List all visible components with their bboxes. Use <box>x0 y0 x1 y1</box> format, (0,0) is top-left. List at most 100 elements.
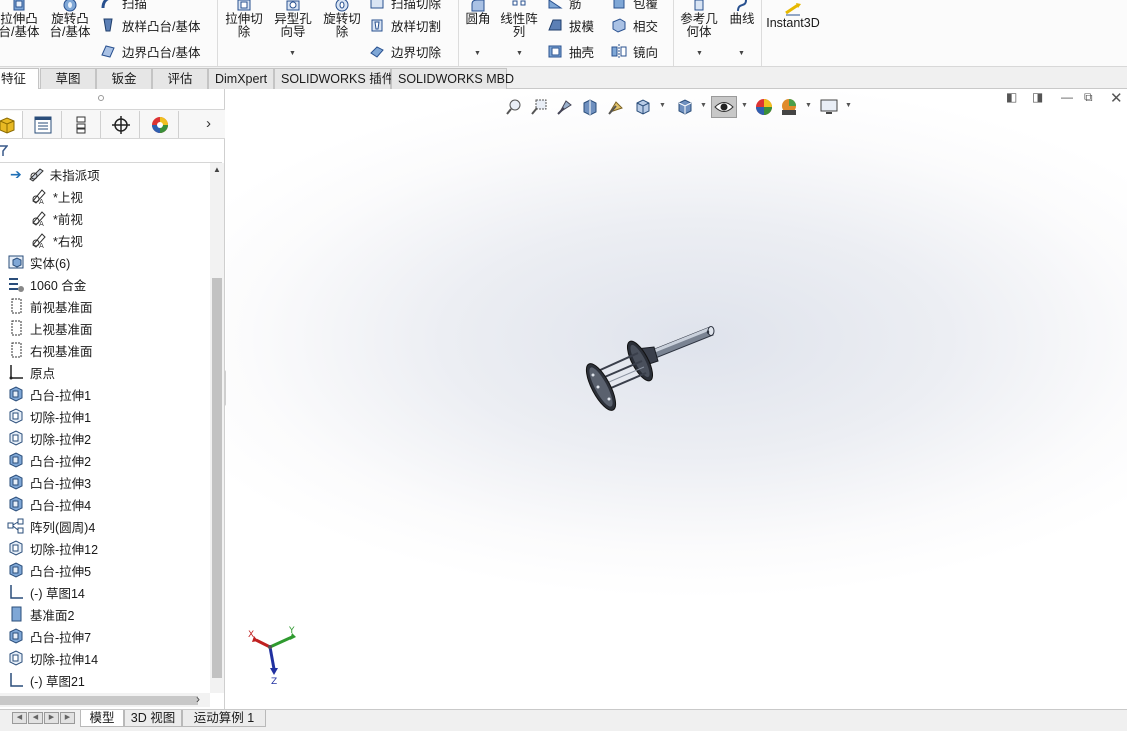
view-orientation-button[interactable] <box>632 96 654 118</box>
tree-item[interactable]: 切除-拉伸1 <box>7 405 91 427</box>
tree-item[interactable]: 1060 合金 <box>7 273 86 295</box>
first-tab-arrow[interactable]: ◀ <box>12 712 27 724</box>
boundary-boss-button[interactable]: 边界凸台/基体 <box>100 41 200 61</box>
tab-solidworks-addins[interactable]: SOLIDWORKS 插件 <box>274 68 394 89</box>
tree-item[interactable]: 前视基准面 <box>7 295 93 317</box>
tree-item[interactable]: 凸台-拉伸1 <box>7 383 91 405</box>
linear-pattern-button[interactable]: 线性阵 列 <box>497 0 541 39</box>
dynamic-annotation-views-button[interactable] <box>606 96 626 118</box>
restore-left-icon[interactable]: ◧ <box>1006 90 1017 104</box>
tab-model[interactable]: 模型 <box>80 710 124 727</box>
tree-item[interactable]: 原点 <box>7 361 55 383</box>
boundary-cut-button[interactable]: 边界切除 <box>369 41 441 61</box>
tab-sheet-metal[interactable]: 钣金 <box>96 68 152 89</box>
rib-button[interactable]: 筋 <box>547 0 582 12</box>
scroll-up-arrow[interactable]: ▲ <box>213 165 221 174</box>
draft-button[interactable]: 拔模 <box>547 15 594 35</box>
previous-view-button[interactable] <box>555 96 575 118</box>
tree-item[interactable]: 右视基准面 <box>7 339 93 361</box>
arrow-right-icon[interactable]: ➔ <box>10 166 22 183</box>
tree-item[interactable]: 凸台-拉伸5 <box>7 559 91 581</box>
revolved-cut-button[interactable]: 旋转切 除 <box>319 0 365 39</box>
tree-item[interactable]: A *上视 <box>30 185 83 207</box>
prev-tab-arrow[interactable]: ◀ <box>28 712 43 724</box>
tree-scroll-thumb[interactable] <box>212 278 222 678</box>
tree-item[interactable]: A *前视 <box>30 207 83 229</box>
curves-button[interactable]: 曲线 <box>726 0 758 26</box>
fillet-button[interactable]: 圆角 <box>461 0 495 26</box>
zoom-to-area-button[interactable] <box>529 96 549 118</box>
graphics-area[interactable]: ▼ ▼ ▼ ▼ ▼ ◧ ◨ — ⧉ ✕ X Y Z <box>226 89 1127 709</box>
tab-features[interactable]: 特征 <box>0 68 39 89</box>
tree-hscroll-thumb[interactable] <box>0 696 198 705</box>
linear-pattern-dropdown[interactable]: ▼ <box>516 50 523 57</box>
last-tab-arrow[interactable]: ▶ <box>60 712 75 724</box>
wrap-button[interactable]: 包覆 <box>611 0 658 12</box>
minimize-icon[interactable]: — <box>1061 90 1073 104</box>
hide-show-dropdown[interactable]: ▼ <box>741 102 748 109</box>
tree-item[interactable]: 基准面2 <box>7 603 74 625</box>
hscroll-right-arrow[interactable]: › <box>196 692 200 706</box>
tab-evaluate[interactable]: 评估 <box>152 68 208 89</box>
tab-3d-views[interactable]: 3D 视图 <box>124 710 182 727</box>
view-orientation-dropdown[interactable]: ▼ <box>659 102 666 109</box>
zoom-to-fit-button[interactable] <box>504 96 524 118</box>
panel-grip[interactable] <box>98 95 104 101</box>
instant3d-button[interactable]: Instant3D <box>765 2 821 30</box>
tree-item[interactable]: 凸台-拉伸7 <box>7 625 91 647</box>
swept-cut-button[interactable]: 扫描切除 <box>369 0 441 12</box>
tree-item[interactable]: A *右视 <box>30 229 83 251</box>
restore-right-icon[interactable]: ◨ <box>1032 90 1043 104</box>
extruded-cut-button[interactable]: 拉伸切 除 <box>221 0 267 39</box>
display-style-dropdown[interactable]: ▼ <box>700 102 707 109</box>
tab-configuration-manager[interactable] <box>63 111 101 138</box>
tree-item[interactable]: 凸台-拉伸3 <box>7 471 91 493</box>
maximize-icon[interactable]: ⧉ <box>1084 90 1093 105</box>
intersect-button[interactable]: 相交 <box>611 15 658 35</box>
tree-item[interactable]: 阵列(圆周)4 <box>7 515 95 537</box>
shell-button[interactable]: 抽壳 <box>547 41 594 61</box>
extruded-boss-button[interactable]: 拉伸凸 台/基体 <box>0 0 42 39</box>
tree-item[interactable]: 切除-拉伸2 <box>7 427 91 449</box>
tab-sketch[interactable]: 草图 <box>40 68 96 89</box>
close-icon[interactable]: ✕ <box>1110 89 1123 107</box>
view-settings-dropdown[interactable]: ▼ <box>845 102 852 109</box>
scene-dropdown[interactable]: ▼ <box>805 102 812 109</box>
hole-wizard-dropdown[interactable]: ▼ <box>289 50 296 57</box>
tree-item[interactable]: 切除-拉伸12 <box>7 537 98 559</box>
view-settings-button[interactable] <box>818 96 840 118</box>
revolved-boss-button[interactable]: 旋转凸 台/基体 <box>46 0 94 39</box>
curves-dropdown[interactable]: ▼ <box>738 50 745 57</box>
hide-show-items-button[interactable] <box>711 96 737 118</box>
tree-item[interactable]: (-) 草图14 <box>7 581 85 603</box>
tree-vertical-scrollbar[interactable]: ▲ <box>210 163 224 693</box>
mirror-button[interactable]: 镜向 <box>611 41 658 61</box>
tree-item[interactable]: 切除-拉伸14 <box>7 647 98 669</box>
tree-item[interactable]: 实体(6) <box>7 251 70 273</box>
reference-geometry-dropdown[interactable]: ▼ <box>696 50 703 57</box>
tab-property-manager[interactable] <box>24 111 62 138</box>
panel-tabs-more-icon[interactable]: › <box>206 115 211 132</box>
tree-item[interactable]: ➔ 未指派项 <box>10 163 100 185</box>
edit-appearance-button[interactable] <box>753 96 775 118</box>
lofted-boss-button[interactable]: 放样凸台/基体 <box>100 15 200 35</box>
tab-feature-manager[interactable] <box>0 111 23 138</box>
next-tab-arrow[interactable]: ▶ <box>44 712 59 724</box>
sweep-button[interactable]: 扫描 <box>100 0 147 12</box>
tab-dimxpert-manager[interactable] <box>102 111 140 138</box>
tab-solidworks-mbd[interactable]: SOLIDWORKS MBD <box>391 68 514 89</box>
part-model[interactable] <box>576 319 726 429</box>
reference-geometry-button[interactable]: 参考几 何体 <box>676 0 722 39</box>
lofted-cut-button[interactable]: 放样切割 <box>369 15 441 35</box>
tab-display-manager[interactable] <box>141 111 179 138</box>
tree-horizontal-scrollbar[interactable] <box>0 693 210 707</box>
tree-item[interactable]: 凸台-拉伸4 <box>7 493 91 515</box>
tree-item[interactable]: (-) 草图21 <box>7 669 85 691</box>
tree-item[interactable]: 上视基准面 <box>7 317 93 339</box>
apply-scene-button[interactable] <box>778 96 800 118</box>
filter-icon[interactable] <box>0 145 8 157</box>
tab-motion-study-1[interactable]: 运动算例 1 <box>182 710 266 727</box>
hole-wizard-button[interactable]: 异型孔 向导 <box>270 0 316 39</box>
tree-item[interactable]: 凸台-拉伸2 <box>7 449 91 471</box>
fillet-dropdown[interactable]: ▼ <box>474 50 481 57</box>
